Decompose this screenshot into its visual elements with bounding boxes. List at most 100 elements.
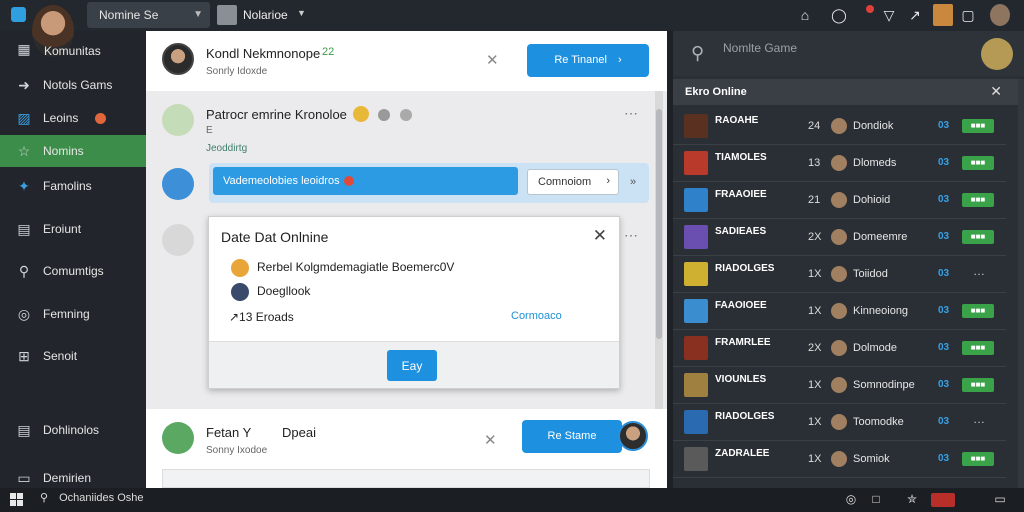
games-panel: ⚲ Nomlte Game Ekro Online ✕ RAOAHE 24 Dond…: [673, 31, 1024, 488]
sidebar-item-label: Leoins: [43, 111, 79, 125]
more-options-icon[interactable]: ⋯: [624, 105, 639, 122]
sidebar-item-7[interactable]: ⊞ Senoit: [0, 340, 146, 372]
secondary-action-button[interactable]: Re Stame: [522, 420, 622, 453]
avatar[interactable]: [618, 421, 648, 451]
sidebar-item-0[interactable]: ➜ Notols Gams: [0, 69, 146, 101]
game-row[interactable]: RIADOLGES 1X Toiidod 03…: [673, 257, 1006, 293]
status-badge[interactable]: ■■■: [962, 452, 994, 466]
status-badge[interactable]: ■■■: [962, 193, 994, 207]
card-title-2: Dpeai: [282, 425, 316, 440]
game-row[interactable]: FRAAOIEE 21 Dohioid 03 ■■■: [673, 183, 1006, 219]
status-badge[interactable]: ■■■: [962, 119, 994, 133]
dialog-title: Date Dat Onlnine: [221, 229, 329, 245]
game-row[interactable]: FRAMRLEE 2X Dolmode 03 ■■■: [673, 331, 1006, 367]
sidebar-item-6[interactable]: ◎ Femning: [0, 298, 146, 330]
chevron-down-icon: ▼: [297, 8, 306, 18]
search-icon: ⚲: [18, 263, 30, 279]
banner-select[interactable]: Comnoiom ›: [527, 169, 619, 195]
sidebar-item-profile[interactable]: ▦ Komunitas: [0, 5, 146, 65]
game-row[interactable]: TIAMOLES 13 Dlomeds 03 ■■■: [673, 146, 1006, 182]
main-feed: Kondl Nekmnonope 22 Sonrly Idoxde ✕ Re T…: [146, 31, 667, 488]
sidebar-item-5[interactable]: ⚲ Comumtigs: [0, 255, 146, 287]
avatar[interactable]: [162, 224, 194, 256]
more-options-icon[interactable]: …: [973, 264, 985, 278]
avatar: [831, 303, 847, 319]
avatar[interactable]: [981, 38, 1013, 70]
status-badge[interactable]: ■■■: [962, 304, 994, 318]
game-row[interactable]: SADIEAES 2X Domeemre 03 ■■■: [673, 220, 1006, 256]
primary-action-button[interactable]: Re Tinanel ›: [527, 44, 649, 77]
game-stat: 03: [938, 379, 950, 390]
scrollbar-track[interactable]: [1018, 79, 1024, 488]
friend-avatar[interactable]: [933, 4, 953, 26]
sidebar-item-1[interactable]: ▨ Leoins: [0, 102, 146, 134]
sidebar-item-8[interactable]: ▤ Dohlinolos: [0, 414, 146, 446]
window-icon[interactable]: ▢: [959, 6, 977, 24]
game-name: ZADRALEE: [715, 448, 770, 459]
game-name: RIADOLGES: [715, 263, 775, 274]
status-badge[interactable]: ■■■: [962, 341, 994, 355]
dialog-link[interactable]: Cormoaco: [511, 310, 562, 322]
info-icon[interactable]: [378, 109, 390, 121]
windows-start-icon[interactable]: [10, 493, 24, 507]
player-name: Dohioid: [853, 194, 891, 206]
game-row[interactable]: FAAOIOEE 1X Kinneoiong 03 ■■■: [673, 294, 1006, 330]
top-search-dropdown[interactable]: Nomine Se ▼: [87, 2, 210, 28]
dialog-row[interactable]: Doegllook: [231, 283, 310, 301]
home-icon[interactable]: ⌂: [796, 6, 814, 24]
tool-icon[interactable]: ↗: [906, 6, 924, 24]
status-badge[interactable]: ■■■: [962, 378, 994, 392]
sidebar-item-2[interactable]: ☆ Nomins: [0, 135, 146, 167]
avatar: [831, 377, 847, 393]
more-options-icon[interactable]: ⋯: [624, 227, 639, 244]
more-options-icon[interactable]: …: [973, 412, 985, 426]
taskbar: ⚲ Ochaniides Oshe ◎ □ ✮ ▭: [0, 488, 1024, 512]
app-logo-icon[interactable]: [11, 7, 26, 22]
avatar: [831, 155, 847, 171]
dialog-row-label: Doegllook: [257, 284, 311, 299]
game-name: VIOUNLES: [715, 374, 767, 385]
speaker-icon[interactable]: ✮: [904, 492, 920, 508]
game-row[interactable]: VIOUNLES 1X Somnodinpe 03 ■■■: [673, 368, 1006, 404]
taskbar-search[interactable]: ⚲ Ochaniides Oshe: [40, 491, 144, 504]
profile-thumbnail: [217, 5, 237, 25]
notification-badge: [931, 493, 955, 507]
help-icon[interactable]: [400, 109, 412, 121]
games-search-placeholder: Nomlte Game: [723, 41, 798, 55]
close-icon[interactable]: ✕: [593, 226, 607, 246]
banner-forward-icon[interactable]: »: [630, 176, 636, 188]
close-icon[interactable]: ✕: [484, 431, 497, 449]
dialog-ok-button[interactable]: Eay: [387, 350, 437, 381]
user-avatar-top[interactable]: [990, 4, 1010, 26]
dialog-row: ↗13 Eroads: [229, 310, 294, 324]
game-row[interactable]: RIADOLGES 1X Toomodke 03…: [673, 405, 1006, 441]
cube-icon: ▨: [17, 110, 31, 126]
game-name: RIADOLGES: [715, 411, 775, 422]
player-name: Somnodinpe: [853, 379, 915, 391]
sidebar-item-4[interactable]: ▤ Eroiunt: [0, 213, 146, 245]
game-thumbnail: [684, 336, 708, 360]
games-search[interactable]: ⚲ Nomlte Game: [673, 31, 1024, 76]
network-icon[interactable]: ◎: [843, 492, 859, 508]
close-icon[interactable]: ✕: [990, 83, 1002, 100]
close-icon[interactable]: ✕: [486, 51, 499, 69]
scrollbar-thumb[interactable]: [656, 109, 662, 339]
user-name: Komunitas: [44, 44, 101, 58]
game-row[interactable]: RAOAHE 24 Dondiok 03 ■■■: [673, 109, 1006, 145]
avatar[interactable]: [162, 43, 194, 75]
chevron-icon: ›: [606, 175, 610, 187]
battery-icon[interactable]: □: [868, 492, 884, 508]
avatar[interactable]: [162, 422, 194, 454]
wifi-icon[interactable]: ▽: [880, 6, 898, 24]
card-subtitle: Sonny Ixodoe: [206, 445, 268, 456]
status-badge[interactable]: ■■■: [962, 230, 994, 244]
game-row[interactable]: ZADRALEE 1X Somiok 03 ■■■: [673, 442, 1006, 478]
dialog-row[interactable]: Rerbel Kolgmdemagiatle Boemerc0V: [231, 259, 454, 277]
chat-icon[interactable]: ◯: [830, 6, 848, 24]
profile-card: Kondl Nekmnonope 22 Sonrly Idoxde ✕ Re T…: [146, 31, 667, 91]
avatar[interactable]: [162, 104, 194, 136]
bottom-tabs-strip[interactable]: [162, 469, 650, 488]
message-icon[interactable]: ▭: [992, 492, 1008, 508]
sidebar-item-3[interactable]: ✦ Famolins: [0, 170, 146, 202]
status-badge[interactable]: ■■■: [962, 156, 994, 170]
